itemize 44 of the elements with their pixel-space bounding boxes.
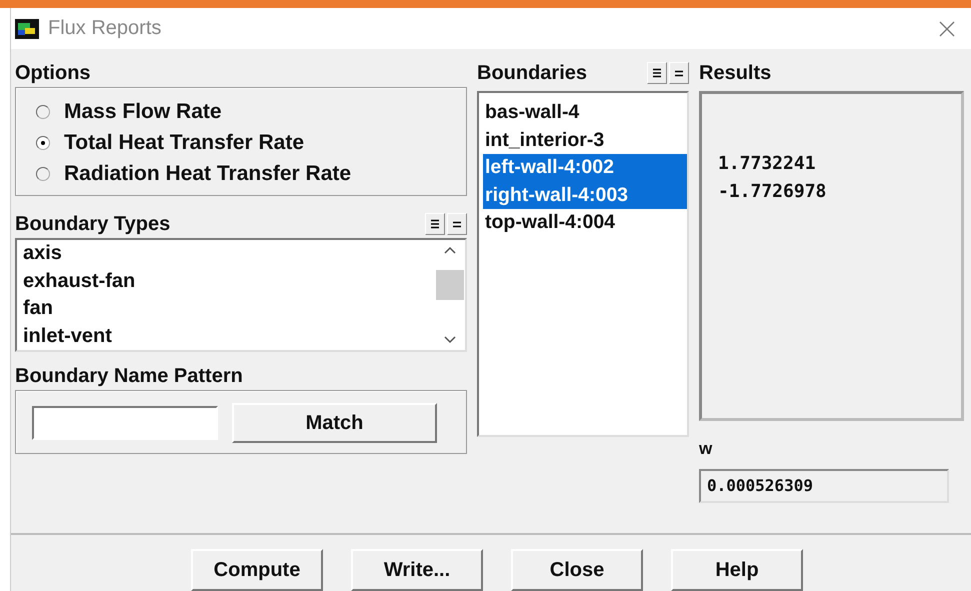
three-lines-button[interactable] bbox=[647, 62, 667, 84]
close-icon[interactable] bbox=[939, 20, 955, 37]
list-item[interactable]: inlet-vent bbox=[21, 322, 435, 350]
list-item[interactable]: top-wall-4:004 bbox=[483, 209, 687, 237]
w-label: w bbox=[699, 438, 714, 460]
app-icon bbox=[15, 18, 39, 39]
dialog-button[interactable]: Close bbox=[511, 549, 643, 591]
pattern-input-field[interactable] bbox=[32, 406, 218, 440]
window-title: Flux Reports bbox=[48, 17, 162, 40]
two-lines-icon bbox=[453, 220, 461, 228]
scroll-thumb[interactable] bbox=[436, 270, 464, 300]
three-lines-icon bbox=[653, 68, 661, 78]
two-lines-button[interactable] bbox=[669, 62, 689, 84]
list-item[interactable]: fan bbox=[21, 295, 435, 323]
radio-label[interactable]: Radiation Heat Transfer Rate bbox=[64, 162, 352, 186]
dialog-button[interactable]: Write... bbox=[351, 549, 483, 591]
list-item[interactable]: axis bbox=[21, 240, 435, 268]
list-item[interactable]: right-wall-4:003 bbox=[483, 182, 687, 210]
three-lines-icon bbox=[431, 219, 439, 230]
boundary-types-label: Boundary Types bbox=[15, 212, 170, 238]
result-value: 1.7732241 bbox=[718, 152, 817, 176]
boundary-name-pattern-label: Boundary Name Pattern bbox=[15, 364, 244, 390]
radio-label[interactable]: Total Heat Transfer Rate bbox=[64, 130, 304, 155]
boundaries-label: Boundaries bbox=[477, 61, 588, 86]
match-button[interactable]: Match bbox=[232, 403, 437, 444]
dialog-button[interactable]: Compute bbox=[191, 549, 323, 591]
radio-button[interactable] bbox=[36, 104, 50, 119]
list-item[interactable]: exhaust-fan bbox=[21, 268, 435, 296]
scroll-up-icon[interactable] bbox=[444, 246, 456, 254]
scroll-down-icon[interactable] bbox=[444, 336, 456, 344]
results-label: Results bbox=[699, 61, 772, 86]
list-item[interactable]: int_interior-3 bbox=[483, 126, 687, 154]
options-label: Options bbox=[15, 61, 92, 86]
result-value: -1.7726978 bbox=[718, 180, 828, 204]
list-item[interactable]: bas-wall-4 bbox=[483, 99, 687, 127]
w-value-field: 0.000526309 bbox=[699, 469, 949, 504]
radio-button[interactable] bbox=[36, 136, 50, 150]
dialog-button[interactable]: Help bbox=[671, 549, 803, 591]
radio-button[interactable] bbox=[36, 166, 50, 181]
radio-label[interactable]: Mass Flow Rate bbox=[64, 100, 222, 124]
two-lines-icon bbox=[675, 70, 683, 77]
list-item[interactable]: left-wall-4:002 bbox=[483, 154, 687, 182]
two-lines-button[interactable] bbox=[447, 213, 467, 236]
three-lines-button[interactable] bbox=[425, 213, 445, 236]
